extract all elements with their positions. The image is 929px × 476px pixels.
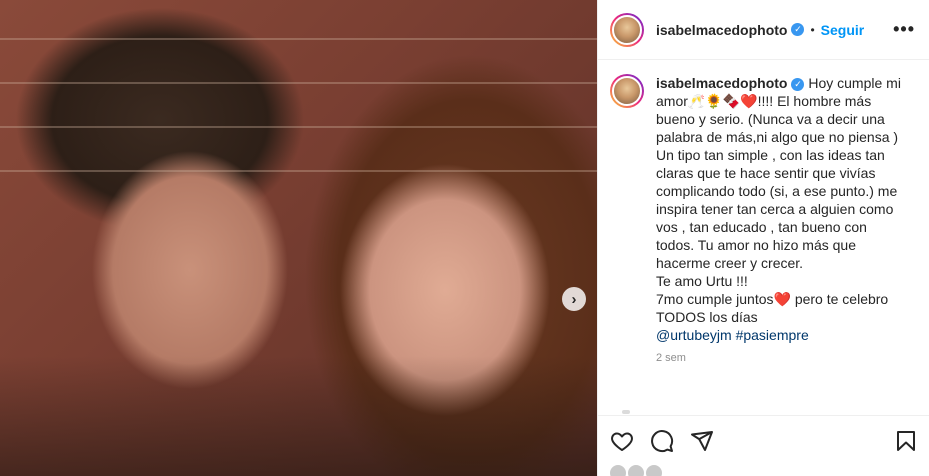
post-header: isabelmacedophoto ✓ • Seguir •••	[598, 0, 929, 60]
username-link[interactable]: isabelmacedophoto	[656, 22, 787, 38]
chevron-right-icon: ›	[571, 290, 577, 308]
caption-area: isabelmacedophoto ✓ Hoy cumple mi amor🥂🌻🍫…	[598, 60, 929, 415]
share-icon[interactable]	[690, 429, 714, 453]
avatar[interactable]	[610, 12, 644, 47]
caption-avatar[interactable]	[610, 74, 644, 108]
separator-dot: •	[810, 22, 815, 37]
verified-badge-icon: ✓	[791, 23, 805, 36]
post-timestamp[interactable]: 2 sem	[656, 352, 916, 364]
caption-body: Hoy cumple mi amor🥂🌻🍫❤️!!!! El hombre má…	[656, 75, 901, 325]
more-options-icon[interactable]: •••	[893, 19, 915, 40]
bookmark-icon[interactable]	[894, 429, 918, 453]
loading-indicator	[622, 410, 630, 414]
post-side-panel: isabelmacedophoto ✓ • Seguir ••• isabelm…	[597, 0, 929, 476]
next-image-button[interactable]: ›	[562, 287, 586, 311]
post-photo[interactable]: ›	[0, 0, 597, 476]
mention-link[interactable]: @urtubeyjm	[656, 327, 732, 343]
caption-username[interactable]: isabelmacedophoto	[656, 75, 787, 91]
follow-button[interactable]: Seguir	[821, 22, 865, 38]
liked-by-avatars	[610, 465, 929, 476]
caption-verified-badge-icon: ✓	[791, 77, 805, 91]
action-bar	[598, 415, 929, 465]
heart-icon[interactable]	[610, 429, 634, 453]
hashtag-link[interactable]: #pasiempre	[736, 327, 809, 343]
comment-icon[interactable]	[650, 429, 674, 453]
caption-text: isabelmacedophoto ✓ Hoy cumple mi amor🥂🌻🍫…	[656, 74, 906, 344]
